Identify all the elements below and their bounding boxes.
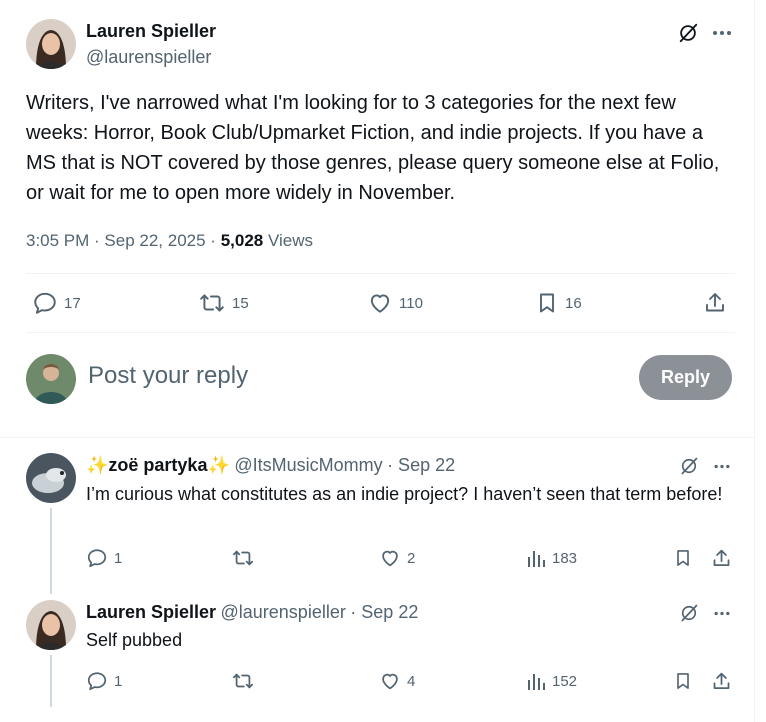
like-button[interactable]: 4 xyxy=(379,670,415,692)
reply-date[interactable]: · Sep 22 xyxy=(350,602,418,622)
like-count: 2 xyxy=(407,549,416,567)
reply-icon xyxy=(86,547,108,569)
bookmark-button[interactable]: 16 xyxy=(535,290,582,316)
repost-icon xyxy=(231,547,255,569)
reply-author-name[interactable]: ✨zoë partyka✨ xyxy=(86,455,230,475)
repost-button[interactable] xyxy=(231,547,261,569)
reply-button[interactable]: 1 xyxy=(86,670,122,692)
reply-author-handle[interactable]: @ItsMusicMommy xyxy=(234,455,382,475)
reply-header: ✨zoë partyka✨ @ItsMusicMommy · Sep 22 xyxy=(86,455,455,476)
repost-icon xyxy=(198,290,226,316)
grok-icon[interactable] xyxy=(678,602,700,624)
like-icon xyxy=(379,670,401,692)
like-button[interactable]: 110 xyxy=(367,290,423,316)
reply-author-name[interactable]: Lauren Spieller xyxy=(86,602,216,622)
reply-icon xyxy=(32,290,58,316)
post-detail-panel: Lauren Spieller @laurenspieller Writers,… xyxy=(0,0,755,722)
divider xyxy=(0,437,755,438)
author-handle[interactable]: @laurenspieller xyxy=(86,47,211,68)
like-count: 110 xyxy=(399,294,423,312)
bookmark-icon[interactable] xyxy=(672,547,694,569)
share-icon[interactable] xyxy=(702,290,728,316)
more-icon[interactable] xyxy=(710,602,734,624)
views-label: Views xyxy=(267,231,314,250)
share-icon[interactable] xyxy=(710,670,732,692)
more-icon[interactable] xyxy=(710,455,734,477)
reply-count: 1 xyxy=(114,549,123,567)
post-text: Writers, I've narrowed what I'm looking … xyxy=(26,92,720,204)
grok-icon[interactable] xyxy=(678,455,700,477)
like-button[interactable]: 2 xyxy=(379,547,415,569)
thread-line xyxy=(50,655,52,707)
reply-avatar[interactable] xyxy=(26,600,76,650)
avatar[interactable] xyxy=(26,19,76,69)
divider xyxy=(26,332,735,333)
bookmark-count: 16 xyxy=(565,294,582,312)
repost-button[interactable] xyxy=(231,670,261,692)
thread-line xyxy=(50,508,52,594)
reply-count: 17 xyxy=(64,294,81,312)
views-count: 152 xyxy=(552,672,578,690)
views-count: 5,028 xyxy=(220,231,264,250)
repost-button[interactable]: 15 xyxy=(198,290,249,316)
divider xyxy=(26,273,735,274)
reply-button[interactable]: 1 xyxy=(86,547,122,569)
like-icon xyxy=(379,547,401,569)
repost-count: 15 xyxy=(232,294,249,312)
reply-text: I’m curious what constitutes as an indie… xyxy=(86,484,723,504)
reply-input[interactable]: Post your reply xyxy=(88,362,248,390)
bookmark-icon[interactable] xyxy=(672,670,694,692)
views-button[interactable]: 152 xyxy=(526,670,577,692)
reply-date[interactable]: · Sep 22 xyxy=(387,455,455,475)
views-button[interactable]: 183 xyxy=(526,547,577,569)
views-icon xyxy=(526,547,546,569)
current-user-avatar[interactable] xyxy=(26,354,76,404)
reply-icon xyxy=(86,670,108,692)
more-icon[interactable] xyxy=(710,21,734,45)
repost-icon xyxy=(231,670,255,692)
reply-submit-button[interactable]: Reply xyxy=(639,355,732,400)
views-count: 183 xyxy=(552,549,578,567)
post-time[interactable]: 3:05 PM xyxy=(26,231,89,250)
reply-header: Lauren Spieller @laurenspieller · Sep 22 xyxy=(86,602,418,623)
views-icon xyxy=(526,670,546,692)
reply-author-handle[interactable]: @laurenspieller xyxy=(221,602,346,622)
reply-count: 1 xyxy=(114,672,123,690)
like-icon xyxy=(367,290,393,316)
reply-avatar[interactable] xyxy=(26,453,76,503)
grok-icon[interactable] xyxy=(676,21,700,45)
share-icon[interactable] xyxy=(710,547,732,569)
author-name[interactable]: Lauren Spieller xyxy=(86,21,216,42)
reply-button[interactable]: 17 xyxy=(32,290,81,316)
post-date[interactable]: Sep 22, 2025 xyxy=(104,231,205,250)
reply-text: Self pubbed xyxy=(86,630,183,650)
like-count: 4 xyxy=(407,672,416,690)
post-meta: 3:05 PM · Sep 22, 2025 · 5,028 Views xyxy=(26,231,314,250)
bookmark-icon xyxy=(535,290,559,316)
